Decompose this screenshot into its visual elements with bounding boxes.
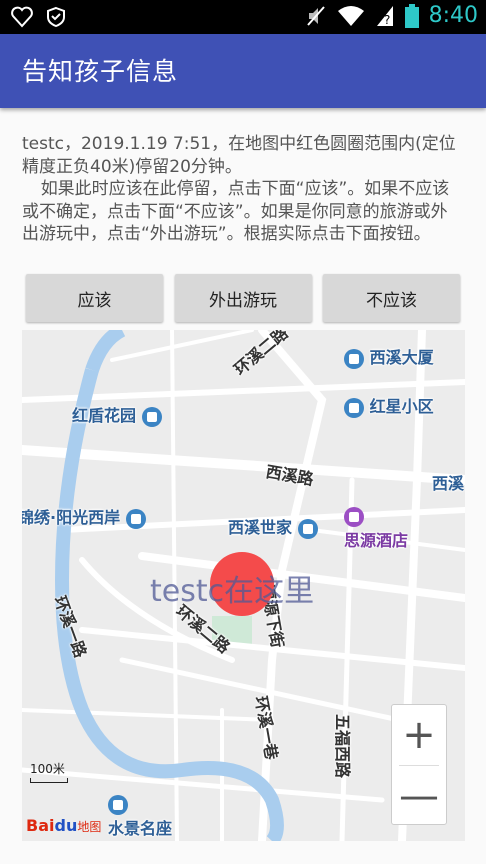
poi-hongxing[interactable]: 红星小区 (344, 393, 434, 418)
building-icon (344, 348, 364, 369)
poi-siyuan[interactable]: 思源酒店 (344, 506, 408, 551)
map-view[interactable]: 西溪大厦 红星小区 红盾花园 环溪二路 西溪路 西溪 锦绣·阳光西岸 西溪世家 … (22, 330, 465, 841)
poi-xixi-dasha[interactable]: 西溪大厦 (344, 344, 434, 369)
mute-icon (306, 5, 325, 26)
travel-button[interactable]: 外出游玩 (174, 274, 312, 322)
poi-xixi-right[interactable]: 西溪 (432, 470, 464, 494)
building-icon (141, 406, 162, 427)
wifi-icon (337, 5, 364, 26)
poi-jinxiu[interactable]: 锦绣·阳光西岸 (22, 504, 146, 529)
svg-text:?: ? (384, 13, 390, 27)
zoom-controls: + — (391, 704, 447, 825)
shield-notification-icon (47, 6, 65, 28)
battery-icon (404, 3, 419, 28)
action-buttons: 应该 外出游玩 不应该 (26, 274, 460, 322)
marker-label: testc在这里 (150, 574, 315, 609)
should-stay-button[interactable]: 应该 (26, 274, 163, 322)
building-icon (344, 397, 364, 418)
status-bar: ? 8:40 (0, 0, 486, 34)
zoom-out-button[interactable]: — (392, 766, 446, 826)
map-scale: 100米 (30, 760, 68, 783)
heart-notification-icon (11, 6, 33, 28)
poi-xixi-shijia[interactable]: 西溪世家 (228, 514, 318, 539)
page-title: 告知孩子信息 (22, 57, 179, 86)
poi-shuijing[interactable]: 水景名座 (108, 794, 172, 839)
building-icon (108, 794, 128, 815)
message-line-1: testc，2019.1.19 7:51，在地图中红色圆圈范围内(定位精度正负4… (22, 134, 456, 177)
status-time: 8:40 (428, 3, 478, 28)
app-bar: 告知孩子信息 (0, 34, 486, 108)
should-not-stay-button[interactable]: 不应该 (323, 274, 460, 322)
hotel-icon (344, 506, 364, 527)
building-icon (297, 518, 318, 539)
road-label-wufu: 五福西路 (333, 714, 352, 779)
building-icon (125, 508, 146, 529)
message-text: testc，2019.1.19 7:51，在地图中红色圆圈范围内(定位精度正负4… (22, 133, 464, 246)
message-line-2: 如果此时应该在此停留，点击下面“应该”。如果不应该或不确定，点击下面“不应该”。… (22, 179, 450, 245)
zoom-in-button[interactable]: + (392, 705, 446, 765)
baidu-map-logo: Baidu地图 (26, 816, 102, 835)
signal-icon: ? (376, 5, 393, 27)
poi-hongdun[interactable]: 红盾花园 (72, 402, 162, 427)
